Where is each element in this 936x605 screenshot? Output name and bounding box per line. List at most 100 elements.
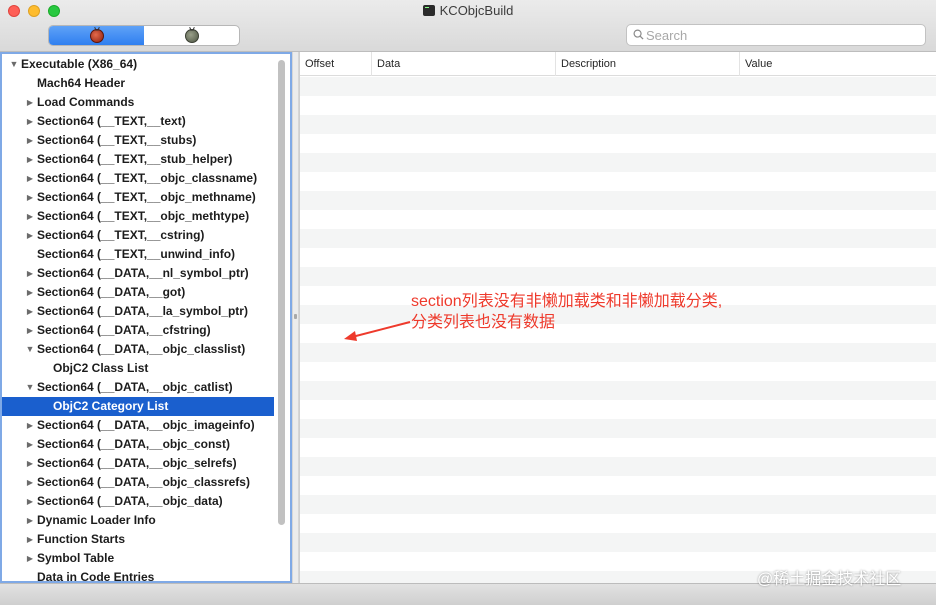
disclosure-closed-icon[interactable]: ▶ xyxy=(25,549,35,568)
tree-row[interactable]: ▶ Section64 (__DATA,__cfstring) xyxy=(2,321,274,340)
tree-row-label: Section64 (__TEXT,__objc_methname) xyxy=(37,190,256,204)
disclosure-closed-icon[interactable]: ▶ xyxy=(25,435,35,454)
segment-button-0[interactable] xyxy=(49,26,144,45)
tree-row[interactable]: ▶ Dynamic Loader Info xyxy=(2,511,274,530)
tree-row[interactable]: ▶ Section64 (__TEXT,__objc_methtype) xyxy=(2,207,274,226)
disclosure-closed-icon[interactable]: ▶ xyxy=(25,416,35,435)
tree-row[interactable]: ▶ Section64 (__DATA,__la_symbol_ptr) xyxy=(2,302,274,321)
empty-table-row xyxy=(300,172,936,191)
tree-row-label: Section64 (__TEXT,__cstring) xyxy=(37,228,205,242)
disclosure-closed-icon[interactable]: ▶ xyxy=(25,302,35,321)
tree-row[interactable]: Section64 (__TEXT,__unwind_info) xyxy=(2,245,274,264)
tree-row-label: Section64 (__TEXT,__unwind_info) xyxy=(37,247,236,261)
tree-row[interactable]: ObjC2 Category List xyxy=(2,397,274,416)
tree-row-label: Load Commands xyxy=(37,95,135,109)
disclosure-closed-icon[interactable]: ▶ xyxy=(25,321,35,340)
empty-table-row xyxy=(300,495,936,514)
search-icon xyxy=(633,29,644,40)
tree-row-label: Section64 (__TEXT,__objc_methtype) xyxy=(37,209,250,223)
tree-row[interactable]: ▶ Section64 (__DATA,__objc_selrefs) xyxy=(2,454,274,473)
tree-row[interactable]: ObjC2 Class List xyxy=(2,359,274,378)
annotation-line-1: section列表没有非懒加载类和非懒加载分类, xyxy=(411,293,723,310)
tree-row[interactable]: Mach64 Header xyxy=(2,74,274,93)
annotation-arrow-icon xyxy=(344,321,411,341)
tree-row-label: Section64 (__TEXT,__stub_helper) xyxy=(37,152,233,166)
tree-row[interactable]: ▼ Section64 (__DATA,__objc_classlist) xyxy=(2,340,274,359)
column-header-value[interactable]: Value xyxy=(740,52,936,76)
disclosure-open-icon[interactable]: ▼ xyxy=(9,55,19,74)
empty-table-row xyxy=(300,248,936,267)
tree-row-label: Section64 (__TEXT,__objc_classname) xyxy=(37,171,258,185)
disclosure-closed-icon[interactable]: ▶ xyxy=(25,454,35,473)
tree-row[interactable]: ▶ Section64 (__TEXT,__stub_helper) xyxy=(2,150,274,169)
tree-row[interactable]: ▶ Section64 (__DATA,__nl_symbol_ptr) xyxy=(2,264,274,283)
disclosure-open-icon[interactable]: ▼ xyxy=(25,378,35,397)
sidebar-scrollbar-thumb[interactable] xyxy=(278,60,285,525)
split-view-divider[interactable] xyxy=(292,52,299,583)
empty-table-row xyxy=(300,77,936,96)
tree-row[interactable]: ▶ Symbol Table xyxy=(2,549,274,568)
disclosure-closed-icon[interactable]: ▶ xyxy=(25,530,35,549)
tree-row-label: Section64 (__DATA,__objc_data) xyxy=(37,494,223,508)
divider-handle-icon xyxy=(294,314,297,319)
disclosure-closed-icon[interactable]: ▶ xyxy=(25,473,35,492)
window-titlebar: KCObjcBuild xyxy=(0,0,936,52)
tree-row[interactable]: ▶ Section64 (__TEXT,__text) xyxy=(2,112,274,131)
tree-row-label: Mach64 Header xyxy=(37,76,126,90)
sidebar-scrollbar[interactable] xyxy=(277,56,286,581)
tree-row[interactable]: ▶ Section64 (__TEXT,__stubs) xyxy=(2,131,274,150)
disclosure-closed-icon[interactable]: ▶ xyxy=(25,93,35,112)
empty-table-row xyxy=(300,400,936,419)
tree-row[interactable]: ▶ Section64 (__DATA,__objc_imageinfo) xyxy=(2,416,274,435)
annotation-text: section列表没有非懒加载类和非懒加载分类, 分类列表也没有数据 xyxy=(411,291,791,333)
disclosure-closed-icon[interactable]: ▶ xyxy=(25,283,35,302)
disclosure-closed-icon[interactable]: ▶ xyxy=(25,112,35,131)
tree-row[interactable]: ▶ Load Commands xyxy=(2,93,274,112)
annotation-line-2: 分类列表也没有数据 xyxy=(411,314,556,331)
disclosure-closed-icon[interactable]: ▶ xyxy=(25,150,35,169)
tree-row-label: Section64 (__DATA,__got) xyxy=(37,285,186,299)
disclosure-closed-icon[interactable]: ▶ xyxy=(25,511,35,530)
bug-gray-icon xyxy=(184,28,199,43)
disclosure-open-icon[interactable]: ▼ xyxy=(25,340,35,359)
outline-view: ▼ Executable (X86_64) Mach64 Header ▶ Load C… xyxy=(2,55,274,581)
search-input[interactable] xyxy=(646,27,916,43)
disclosure-closed-icon[interactable]: ▶ xyxy=(25,188,35,207)
table-header: Offset Data Description Value xyxy=(300,52,936,76)
tree-row-label: Section64 (__DATA,__objc_classlist) xyxy=(37,342,246,356)
disclosure-closed-icon[interactable]: ▶ xyxy=(25,169,35,188)
tree-row[interactable]: ▼ Executable (X86_64) xyxy=(2,55,274,74)
empty-table-row xyxy=(300,533,936,552)
empty-table-row xyxy=(300,457,936,476)
empty-table-row xyxy=(300,362,936,381)
tree-row-label: Section64 (__DATA,__nl_symbol_ptr) xyxy=(37,266,249,280)
search-field[interactable] xyxy=(626,24,926,46)
tree-row[interactable]: ▶ Section64 (__TEXT,__cstring) xyxy=(2,226,274,245)
tree-row[interactable]: ▼ Section64 (__DATA,__objc_catlist) xyxy=(2,378,274,397)
empty-table-row xyxy=(300,134,936,153)
tree-row-label: Section64 (__TEXT,__text) xyxy=(37,114,186,128)
tree-row-label: Dynamic Loader Info xyxy=(37,513,156,527)
disclosure-closed-icon[interactable]: ▶ xyxy=(25,226,35,245)
tree-row[interactable]: ▶ Section64 (__TEXT,__objc_classname) xyxy=(2,169,274,188)
tree-row[interactable]: ▶ Function Starts xyxy=(2,530,274,549)
segment-button-1[interactable] xyxy=(144,26,239,45)
tree-row-label: Section64 (__DATA,__objc_classrefs) xyxy=(37,475,250,489)
column-header-data[interactable]: Data xyxy=(372,52,556,76)
tree-row-label: Section64 (__DATA,__objc_imageinfo) xyxy=(37,418,255,432)
tree-row[interactable]: ▶ Section64 (__DATA,__objc_const) xyxy=(2,435,274,454)
column-header-offset[interactable]: Offset xyxy=(300,52,372,76)
bug-red-icon xyxy=(89,28,104,43)
disclosure-closed-icon[interactable]: ▶ xyxy=(25,131,35,150)
column-header-description[interactable]: Description xyxy=(556,52,740,76)
empty-table-row xyxy=(300,267,936,286)
tree-row[interactable]: ▶ Section64 (__DATA,__got) xyxy=(2,283,274,302)
disclosure-closed-icon[interactable]: ▶ xyxy=(25,492,35,511)
tree-row[interactable]: ▶ Section64 (__DATA,__objc_classrefs) xyxy=(2,473,274,492)
tree-row-label: Symbol Table xyxy=(37,551,115,565)
disclosure-closed-icon[interactable]: ▶ xyxy=(25,207,35,226)
tree-row[interactable]: Data in Code Entries xyxy=(2,568,274,581)
disclosure-closed-icon[interactable]: ▶ xyxy=(25,264,35,283)
tree-row[interactable]: ▶ Section64 (__DATA,__objc_data) xyxy=(2,492,274,511)
tree-row[interactable]: ▶ Section64 (__TEXT,__objc_methname) xyxy=(2,188,274,207)
